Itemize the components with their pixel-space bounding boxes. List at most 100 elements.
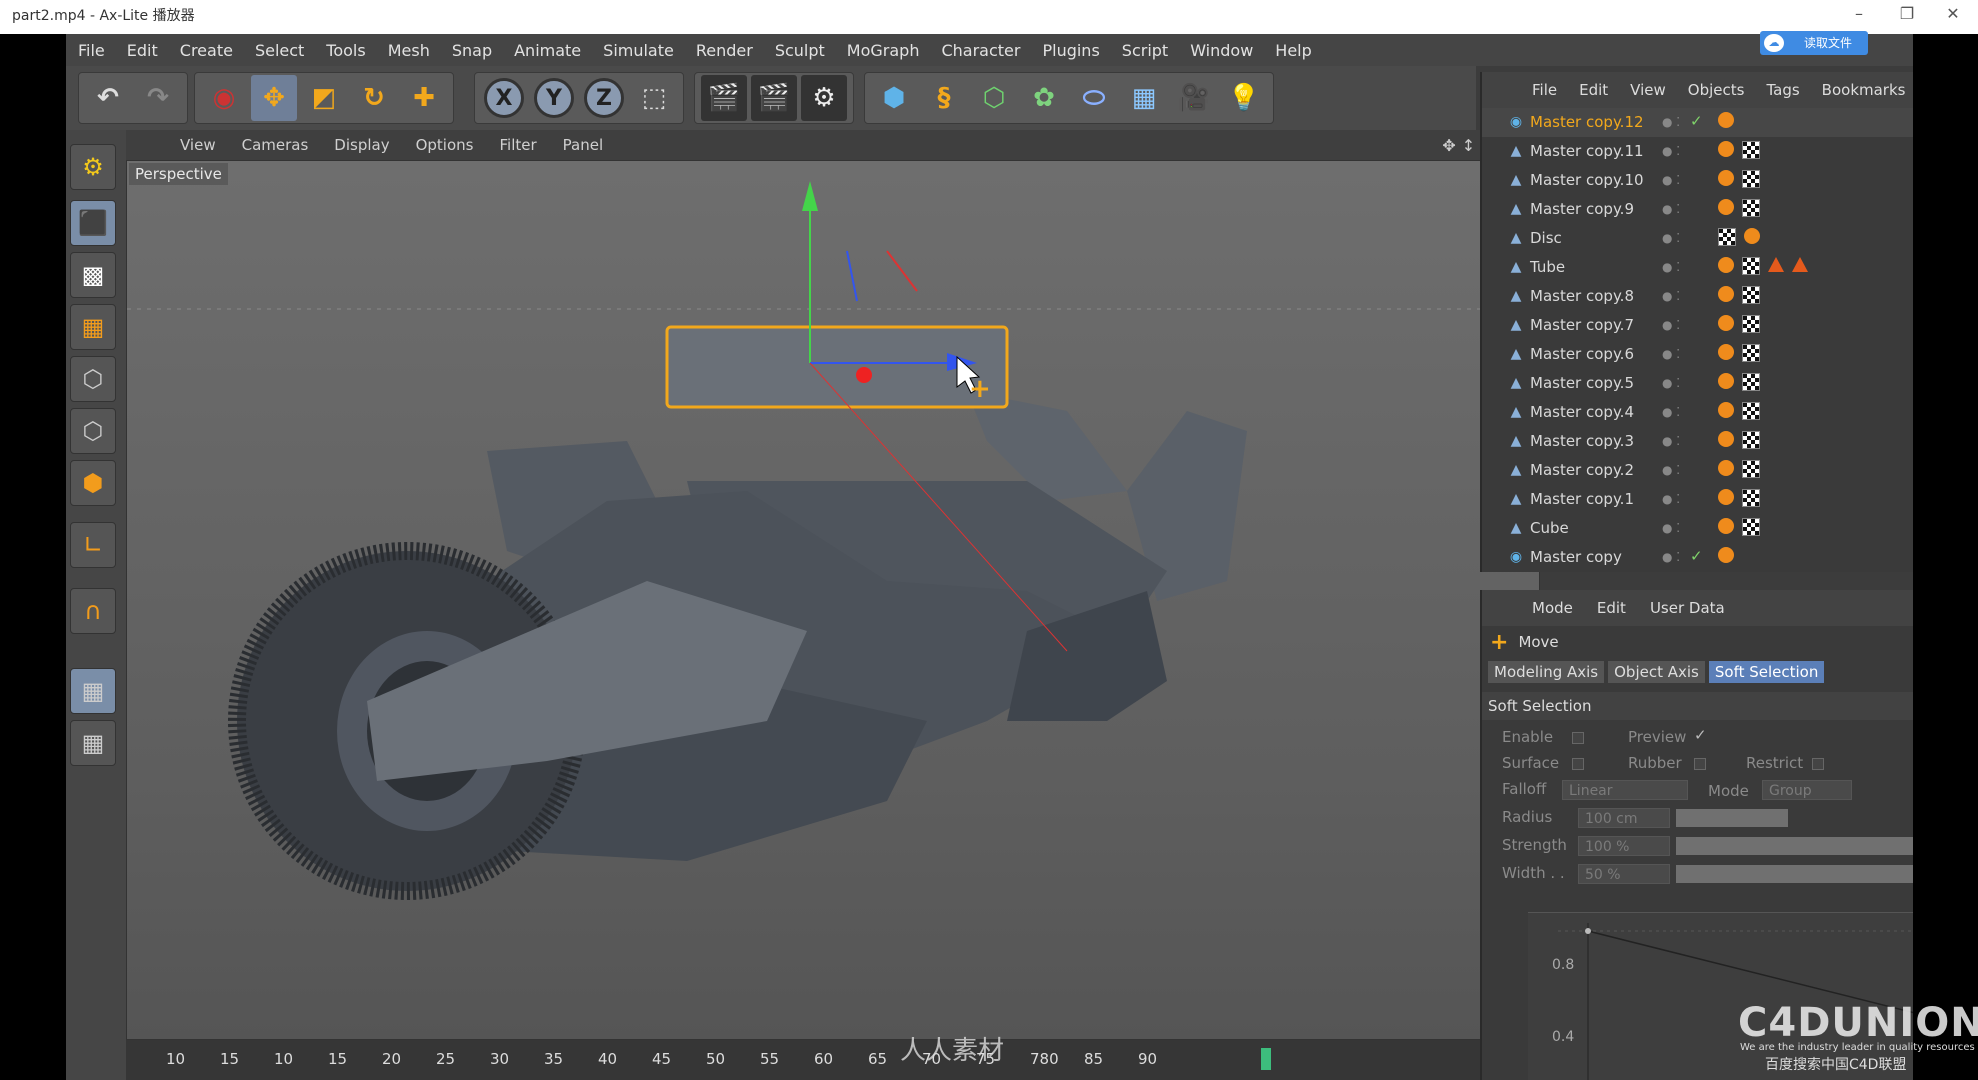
material-tag-icon[interactable] (1742, 257, 1760, 275)
deformer-icon[interactable]: ⬭ (1071, 75, 1117, 121)
warning-tag-icon[interactable] (1768, 257, 1784, 272)
coordinate-system-icon[interactable]: ⬚ (631, 75, 677, 121)
material-tag-icon[interactable] (1742, 199, 1760, 217)
object-row[interactable]: ▲ Master copy.9 ● ⁚ (1482, 195, 1913, 224)
snap-magnet-icon[interactable]: ∩ (70, 588, 116, 634)
menu-script[interactable]: Script (1122, 41, 1168, 60)
menu-sculpt[interactable]: Sculpt (775, 41, 825, 60)
x-axis-icon[interactable]: X (484, 78, 524, 118)
spline-icon[interactable]: § (921, 75, 967, 121)
workplane-lock-icon[interactable]: ▦ (70, 668, 116, 714)
axis-mode-icon[interactable]: ∟ (70, 522, 116, 568)
object-row[interactable]: ▲ Master copy.2 ● ⁚ (1482, 456, 1913, 485)
object-row[interactable]: ▲ Master copy.6 ● ⁚ (1482, 340, 1913, 369)
phong-tag-icon[interactable] (1718, 402, 1734, 418)
render-settings-icon[interactable]: ⚙ (801, 75, 847, 121)
phong-tag-icon[interactable] (1718, 373, 1734, 389)
width-slider[interactable] (1676, 865, 1913, 883)
render-view-icon[interactable]: 🎬 (701, 75, 747, 121)
visibility-dots[interactable]: ● ⁚ (1662, 463, 1680, 477)
model-mode-icon[interactable]: ⬛ (70, 200, 116, 246)
menu-snap[interactable]: Snap (452, 41, 492, 60)
y-axis-icon[interactable]: Y (534, 78, 574, 118)
menu-simulate[interactable]: Simulate (603, 41, 674, 60)
rotate-tool-icon[interactable]: ↻ (351, 75, 397, 121)
strength-slider[interactable] (1676, 837, 1913, 855)
perspective-viewport[interactable]: + Perspective (126, 160, 1540, 1040)
material-tag-icon[interactable] (1742, 170, 1760, 188)
tab-object-axis[interactable]: Object Axis (1608, 661, 1705, 683)
phong-tag-icon[interactable] (1718, 315, 1734, 331)
phong-tag-icon[interactable] (1718, 547, 1734, 563)
visibility-dots[interactable]: ● ⁚ (1662, 144, 1680, 158)
points-mode-icon[interactable]: ⬡ (70, 356, 116, 402)
visibility-dots[interactable]: ● ⁚ (1662, 492, 1680, 506)
material-tag-icon[interactable] (1742, 141, 1760, 159)
enabled-check-icon[interactable]: ✓ (1690, 547, 1703, 565)
timeline-playhead[interactable] (1261, 1048, 1271, 1070)
timeline-ruler[interactable]: 10 15 10 15 20 25 30 35 40 45 50 55 60 65 70 75 780 85 90 (126, 1040, 1540, 1080)
object-row[interactable]: ▲ Master copy.5 ● ⁚ (1482, 369, 1913, 398)
recent-tool-icon[interactable]: ✚ (401, 75, 447, 121)
visibility-dots[interactable]: ● ⁚ (1662, 347, 1680, 361)
object-row[interactable]: ◉ Master copy ● ⁚ ✓ (1482, 543, 1913, 572)
phong-tag-icon[interactable] (1718, 257, 1734, 273)
visibility-dots[interactable]: ● ⁚ (1662, 550, 1680, 564)
scale-tool-icon[interactable]: ◩ (301, 75, 347, 121)
strength-field[interactable]: 100 % (1578, 836, 1670, 856)
om-menu-view[interactable]: View (1630, 81, 1666, 99)
material-tag-icon[interactable] (1718, 228, 1736, 246)
material-tag-icon[interactable] (1742, 373, 1760, 391)
viewport-menu-panel[interactable]: Panel (563, 136, 603, 154)
viewport-menu-cameras[interactable]: Cameras (242, 136, 309, 154)
visibility-dots[interactable]: ● ⁚ (1662, 376, 1680, 390)
visibility-dots[interactable]: ● ⁚ (1662, 289, 1680, 303)
phong-tag-icon[interactable] (1718, 460, 1734, 476)
viewport-menu-view[interactable]: View (180, 136, 216, 154)
phong-tag-icon[interactable] (1718, 286, 1734, 302)
mode-dropdown[interactable]: Group (1762, 780, 1852, 800)
phong-tag-icon[interactable] (1718, 431, 1734, 447)
falloff-dropdown[interactable]: Linear (1562, 780, 1688, 800)
object-row[interactable]: ◉ Master copy.12 ● ⁚ ✓ (1482, 108, 1913, 137)
radius-slider[interactable] (1676, 809, 1788, 827)
mograph-cloner-icon[interactable]: ✿ (1021, 75, 1067, 121)
visibility-dots[interactable]: ● ⁚ (1662, 405, 1680, 419)
phong-tag-icon[interactable] (1718, 199, 1734, 215)
phong-tag-icon[interactable] (1718, 141, 1734, 157)
nurbs-icon[interactable]: ⬡ (971, 75, 1017, 121)
menu-mesh[interactable]: Mesh (388, 41, 430, 60)
object-row[interactable]: ▲ Master copy.3 ● ⁚ (1482, 427, 1913, 456)
attr-menu-mode[interactable]: Mode (1532, 599, 1573, 617)
enabled-check-icon[interactable]: ✓ (1690, 112, 1703, 130)
restrict-checkbox[interactable] (1812, 758, 1824, 770)
live-selection-icon[interactable]: ◉ (201, 75, 247, 121)
tab-modeling-axis[interactable]: Modeling Axis (1488, 661, 1605, 683)
visibility-dots[interactable]: ● ⁚ (1662, 260, 1680, 274)
attr-menu-user-data[interactable]: User Data (1650, 599, 1725, 617)
material-tag-icon[interactable] (1742, 402, 1760, 420)
cube-object-icon[interactable]: ⬢ (871, 75, 917, 121)
menu-window[interactable]: Window (1190, 41, 1253, 60)
viewport-menu-filter[interactable]: Filter (499, 136, 536, 154)
z-axis-icon[interactable]: Z (584, 78, 624, 118)
render-picture-viewer-icon[interactable]: 🎬 (751, 75, 797, 121)
menu-plugins[interactable]: Plugins (1042, 41, 1099, 60)
edges-mode-icon[interactable]: ⬡ (70, 408, 116, 454)
om-menu-objects[interactable]: Objects (1688, 81, 1745, 99)
material-tag-icon[interactable] (1742, 460, 1760, 478)
visibility-dots[interactable]: ● ⁚ (1662, 173, 1680, 187)
material-tag-icon[interactable] (1742, 431, 1760, 449)
material-tag-icon[interactable] (1742, 286, 1760, 304)
workplane-mode-icon[interactable]: ▦ (70, 304, 116, 350)
undo-icon[interactable]: ↶ (85, 75, 131, 121)
material-tag-icon[interactable] (1742, 344, 1760, 362)
menu-create[interactable]: Create (180, 41, 233, 60)
menu-tools[interactable]: Tools (326, 41, 365, 60)
menu-render[interactable]: Render (696, 41, 753, 60)
object-row[interactable]: ▲ Master copy.8 ● ⁚ (1482, 282, 1913, 311)
make-editable-icon[interactable]: ⚙ (70, 144, 116, 190)
width-field[interactable]: 50 % (1578, 864, 1670, 884)
visibility-dots[interactable]: ● ⁚ (1662, 231, 1680, 245)
visibility-dots[interactable]: ● ⁚ (1662, 434, 1680, 448)
